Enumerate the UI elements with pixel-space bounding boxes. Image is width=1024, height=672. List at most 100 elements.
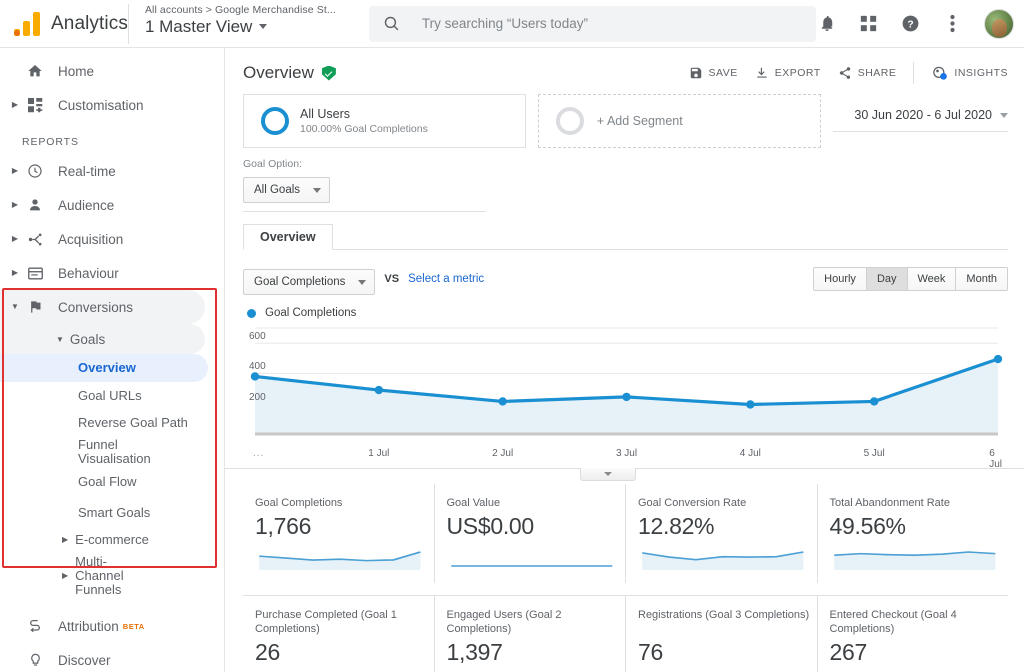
top-icon-group: ? [816,8,1024,39]
logo-area[interactable]: Analytics [0,11,128,36]
kpi-card[interactable]: Registrations (Goal 3 Completions) 76 [626,596,818,672]
sidebar-item-label: Multi-Channel Funnels [75,554,124,597]
goal-option-area: Goal Option: All Goals [225,148,1024,212]
save-button[interactable]: SAVE [689,66,738,80]
sidebar-item-goals-overview[interactable]: Overview [0,354,208,382]
chevron-right-icon: ▶ [11,100,19,109]
goal-option-label: Goal Option: [243,158,302,170]
user-avatar[interactable] [983,8,1014,39]
kpi-card[interactable]: Entered Checkout (Goal 4 Completions) 26… [818,596,1009,672]
sidebar-item-acquisition[interactable]: ▶ Acquisition [0,222,224,256]
sidebar-item-customisation[interactable]: ▶ Customisation [0,88,224,122]
segment-all-users[interactable]: All Users 100.00% Goal Completions [243,94,526,148]
svg-text:?: ? [908,19,914,30]
home-icon [24,63,46,79]
sidebar-item-funnel-visualisation[interactable]: Funnel Visualisation [0,436,151,468]
chart-x-tick-label: 1 Jul [368,448,390,459]
google-analytics-logo-icon [14,11,40,36]
sidebar-item-smart-goals[interactable]: Smart Goals [0,499,224,526]
share-button[interactable]: SHARE [838,66,897,80]
sidebar-item-conversions[interactable]: ▼ Conversions [0,290,205,324]
sidebar-item-home[interactable]: Home [0,54,224,88]
view-selector[interactable]: 1 Master View [145,17,336,37]
date-range-picker[interactable]: 30 Jun 2020 - 6 Jul 2020 [832,94,1009,132]
help-icon[interactable]: ? [900,13,922,35]
sidebar-item-attribution[interactable]: Attribution BETA [0,609,224,643]
insights-label: INSIGHTS [954,67,1008,79]
beta-badge: BETA [122,621,145,631]
segment-name: All Users [300,107,351,121]
search-icon [384,16,399,31]
brand-title: Analytics [51,12,128,34]
sidebar-item-goal-urls[interactable]: Goal URLs [0,382,224,409]
tab-overview[interactable]: Overview [243,224,333,250]
chart-collapse-handle[interactable] [580,468,636,481]
kpi-card[interactable]: Total Abandonment Rate 49.56% [818,484,1009,583]
vs-label: VS [384,272,400,285]
chart-legend: Goal Completions [225,295,1024,319]
customisation-icon [24,97,46,113]
granularity-hourly[interactable]: Hourly [814,267,867,290]
tab-label: Overview [260,230,316,244]
kpi-card[interactable]: Engaged Users (Goal 2 Completions) 1,397 [435,596,626,672]
chart-x-tick-label: 5 Jul [863,448,885,459]
legend-label: Goal Completions [265,307,357,319]
top-bar: Analytics All accounts > Google Merchand… [0,0,1024,48]
kpi-label: Goal Value [446,497,501,509]
sidebar-item-real-time[interactable]: ▶ Real-time [0,154,224,188]
kpi-card[interactable]: Goal Value US$0.00 [435,484,626,583]
save-icon [690,67,701,79]
verified-shield-icon [321,65,336,81]
chevron-right-icon: ▶ [11,166,19,175]
sidebar-item-discover[interactable]: Discover [0,643,224,672]
sidebar-item-reverse-goal-path[interactable]: Reverse Goal Path [0,409,224,436]
lightbulb-icon [24,652,46,668]
share-icon [839,67,850,79]
search-box[interactable] [368,5,816,42]
kpi-card[interactable]: Goal Conversion Rate 12.82% [626,484,818,583]
sparkline [259,551,421,570]
sidebar-item-label: Funnel Visualisation [78,437,151,466]
more-options-icon[interactable] [942,13,964,35]
chart-x-tick-label: 4 Jul [739,448,761,459]
sidebar-item-label: Goal URLs [78,387,142,403]
account-selector[interactable]: All accounts > Google Merchandise St... … [127,3,336,44]
notifications-bell-icon[interactable] [816,13,838,35]
kpi-card[interactable]: Purchase Completed (Goal 1 Completions) … [243,596,435,672]
apps-grid-icon[interactable] [858,13,880,35]
acquisition-icon [24,231,46,248]
goal-completions-chart[interactable]: 200 400 600 [247,324,1006,446]
sidebar-item-label: Attribution [58,618,119,634]
sidebar-item-behaviour[interactable]: ▶ Behaviour [0,256,224,290]
sidebar-item-multi-channel-funnels[interactable]: ▶ Multi-Channel Funnels [0,553,140,599]
add-segment-label: + Add Segment [596,114,683,128]
granularity-week[interactable]: Week [907,267,957,290]
segment-ring-icon [261,107,289,135]
primary-metric-select[interactable]: Goal Completions [243,269,376,295]
insights-button[interactable]: INSIGHTS [931,65,1008,81]
sidebar-item-label: Goals [69,331,106,347]
flag-icon [24,299,46,315]
sparkline [833,551,995,570]
add-segment-button[interactable]: + Add Segment [537,94,821,148]
kpi-label: Registrations (Goal 3 Completions) [638,609,810,621]
sidebar-item-audience[interactable]: ▶ Audience [0,188,224,222]
granularity-month[interactable]: Month [956,267,1007,290]
sidebar-item-goal-flow[interactable]: Goal Flow [0,468,224,495]
kpi-card[interactable]: Goal Completions 1,766 [243,484,435,583]
sidebar-item-ecommerce[interactable]: ▶ E-commerce [0,526,224,553]
export-button[interactable]: EXPORT [755,66,821,80]
search-input[interactable] [421,16,802,31]
sidebar-item-label: Home [58,63,95,79]
page-title: Overview [243,63,314,82]
select-a-metric-link: Select a metric [408,272,485,285]
main-content: Overview SAVE EXPORT SHARE INSIGHTS All … [225,48,1024,672]
kpi-label: Goal Conversion Rate [638,497,747,509]
sidebar-item-goals[interactable]: ▼ Goals [0,324,205,354]
chevron-down-icon [259,24,268,29]
goal-option-select[interactable]: All Goals [243,177,331,203]
sidebar-item-label: Acquisition [58,231,124,247]
sidebar-item-label: Customisation [58,97,144,113]
insights-icon [933,66,948,80]
granularity-day[interactable]: Day [866,267,908,290]
